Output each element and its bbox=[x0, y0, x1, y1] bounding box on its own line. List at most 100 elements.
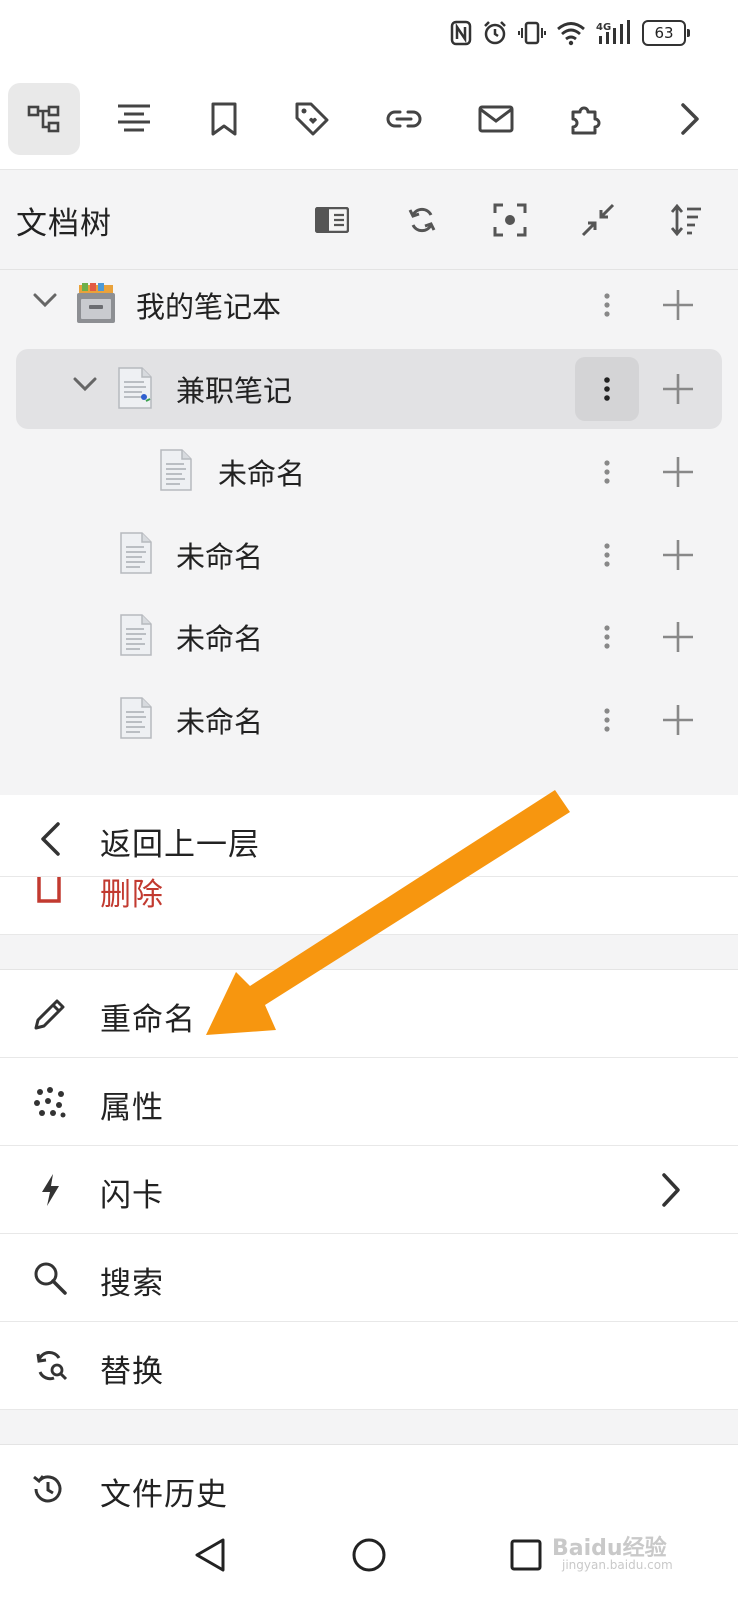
plus-icon bbox=[663, 622, 693, 652]
add-doc-button[interactable] bbox=[658, 535, 698, 575]
plugin-tab[interactable] bbox=[550, 83, 622, 155]
puzzle-icon bbox=[571, 106, 601, 135]
tree-row-notebook[interactable]: 我的笔记本 bbox=[0, 265, 738, 345]
plus-icon bbox=[663, 540, 693, 570]
bookmark-tab[interactable] bbox=[188, 83, 260, 155]
nfc-icon bbox=[450, 20, 472, 46]
chevron-left-icon bbox=[30, 819, 70, 859]
tree-label: 未命名 bbox=[218, 457, 306, 491]
battery-level: 63 bbox=[642, 20, 686, 46]
watermark: Baidu经验 jingyan.baidu.com bbox=[552, 1530, 673, 1572]
plus-icon bbox=[663, 705, 693, 735]
menu-flashcard[interactable]: 闪卡 bbox=[0, 1146, 738, 1234]
menu-label: 替换 bbox=[100, 1354, 164, 1390]
more-button[interactable] bbox=[575, 273, 639, 337]
link-icon bbox=[386, 110, 422, 128]
chevron-right-icon bbox=[660, 1172, 682, 1212]
dock-header: 文档树 bbox=[0, 170, 738, 270]
outline-tab[interactable] bbox=[98, 83, 170, 155]
menu-back[interactable]: 返回上一层 bbox=[0, 795, 738, 877]
more-vertical-icon bbox=[604, 293, 610, 317]
add-doc-button[interactable] bbox=[658, 285, 698, 325]
dock-toolbar bbox=[0, 75, 738, 170]
plus-icon bbox=[663, 374, 693, 404]
square-recents-icon bbox=[510, 1539, 542, 1571]
vibrate-icon bbox=[518, 21, 546, 45]
menu-label: 属性 bbox=[100, 1090, 164, 1126]
tree-label: 未命名 bbox=[176, 540, 264, 574]
menu-replace[interactable]: 替换 bbox=[0, 1322, 738, 1410]
inbox-tab[interactable] bbox=[460, 83, 532, 155]
tree-row[interactable]: 未命名 bbox=[0, 680, 738, 760]
menu-attributes[interactable]: 属性 bbox=[0, 1058, 738, 1146]
lightning-icon bbox=[30, 1170, 70, 1210]
more-vertical-icon bbox=[604, 708, 610, 732]
menu-history[interactable]: 文件历史 bbox=[0, 1445, 738, 1515]
more-tabs-button[interactable] bbox=[654, 83, 726, 155]
sort-button[interactable] bbox=[662, 196, 710, 244]
backlink-tab[interactable] bbox=[368, 83, 440, 155]
file-tree: 我的笔记本 兼职笔记 未命名 未命名 未命名 未命名 bbox=[0, 270, 738, 795]
menu-separator bbox=[0, 1410, 738, 1445]
sort-icon bbox=[670, 204, 701, 236]
more-button[interactable] bbox=[575, 357, 639, 421]
menu-label: 搜索 bbox=[100, 1266, 164, 1302]
focus-icon bbox=[493, 203, 527, 237]
pencil-icon bbox=[30, 994, 70, 1034]
nav-back-button[interactable] bbox=[188, 1533, 232, 1577]
circle-home-icon bbox=[352, 1538, 386, 1572]
menu-label-delete: 删除 bbox=[100, 877, 164, 913]
mail-icon bbox=[478, 105, 514, 133]
add-doc-button[interactable] bbox=[658, 452, 698, 492]
chevron-down-icon[interactable] bbox=[72, 375, 98, 393]
menu-label: 重命名 bbox=[100, 1002, 196, 1038]
status-icons: 4G 63 bbox=[450, 20, 690, 46]
plus-icon bbox=[663, 457, 693, 487]
bookmark-icon bbox=[211, 102, 237, 136]
tree-label: 我的笔记本 bbox=[136, 290, 282, 324]
alarm-icon bbox=[484, 21, 506, 45]
more-button[interactable] bbox=[575, 523, 639, 587]
nav-recents-button[interactable] bbox=[504, 1533, 548, 1577]
watermark-sub: jingyan.baidu.com bbox=[562, 1558, 673, 1572]
menu-rename[interactable]: 重命名 bbox=[0, 970, 738, 1058]
tag-tab[interactable] bbox=[276, 83, 348, 155]
tree-row-selected[interactable]: 兼职笔记 bbox=[0, 349, 738, 429]
tree-row[interactable]: 未命名 bbox=[0, 432, 738, 512]
more-button[interactable] bbox=[575, 688, 639, 752]
more-vertical-icon bbox=[604, 377, 610, 401]
dock-title: 文档树 bbox=[16, 206, 112, 242]
toggle-panel-button[interactable] bbox=[308, 196, 356, 244]
menu-delete[interactable]: 删除 bbox=[0, 877, 738, 935]
notebook-drawer-icon bbox=[77, 283, 115, 323]
chevron-right-icon bbox=[681, 103, 699, 135]
collapse-button[interactable] bbox=[574, 196, 622, 244]
signal-4g-icon: 4G bbox=[596, 20, 630, 44]
menu-label: 返回上一层 bbox=[100, 827, 260, 863]
more-button[interactable] bbox=[575, 440, 639, 504]
chevron-down-icon[interactable] bbox=[32, 291, 58, 309]
menu-label-history: 文件历史 bbox=[100, 1477, 228, 1513]
add-doc-button[interactable] bbox=[658, 700, 698, 740]
refresh-button[interactable] bbox=[398, 196, 446, 244]
menu-label: 闪卡 bbox=[100, 1178, 164, 1214]
nav-home-button[interactable] bbox=[347, 1533, 391, 1577]
document-icon bbox=[120, 697, 152, 739]
document-icon bbox=[120, 614, 152, 656]
collapse-icon bbox=[581, 203, 615, 237]
file-tree-tab[interactable] bbox=[8, 83, 80, 155]
more-vertical-icon bbox=[604, 625, 610, 649]
menu-separator bbox=[0, 935, 738, 970]
add-doc-button[interactable] bbox=[658, 617, 698, 657]
menu-search[interactable]: 搜索 bbox=[0, 1234, 738, 1322]
more-vertical-icon bbox=[604, 543, 610, 567]
attributes-dots-icon bbox=[30, 1082, 70, 1122]
add-doc-button[interactable] bbox=[658, 369, 698, 409]
document-icon bbox=[120, 532, 152, 574]
more-button[interactable] bbox=[575, 605, 639, 669]
focus-button[interactable] bbox=[486, 196, 534, 244]
replace-icon bbox=[30, 1346, 70, 1386]
tree-row[interactable]: 未命名 bbox=[0, 597, 738, 677]
tree-row[interactable]: 未命名 bbox=[0, 515, 738, 595]
panel-icon bbox=[315, 207, 349, 233]
